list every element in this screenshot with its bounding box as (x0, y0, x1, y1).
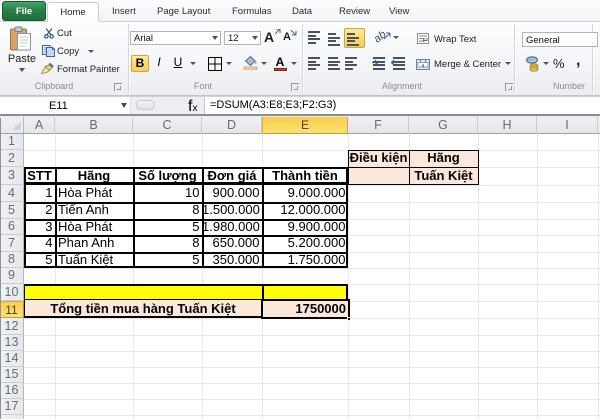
svg-text:123: 123 (528, 58, 536, 63)
svg-text:a: a (422, 63, 425, 69)
